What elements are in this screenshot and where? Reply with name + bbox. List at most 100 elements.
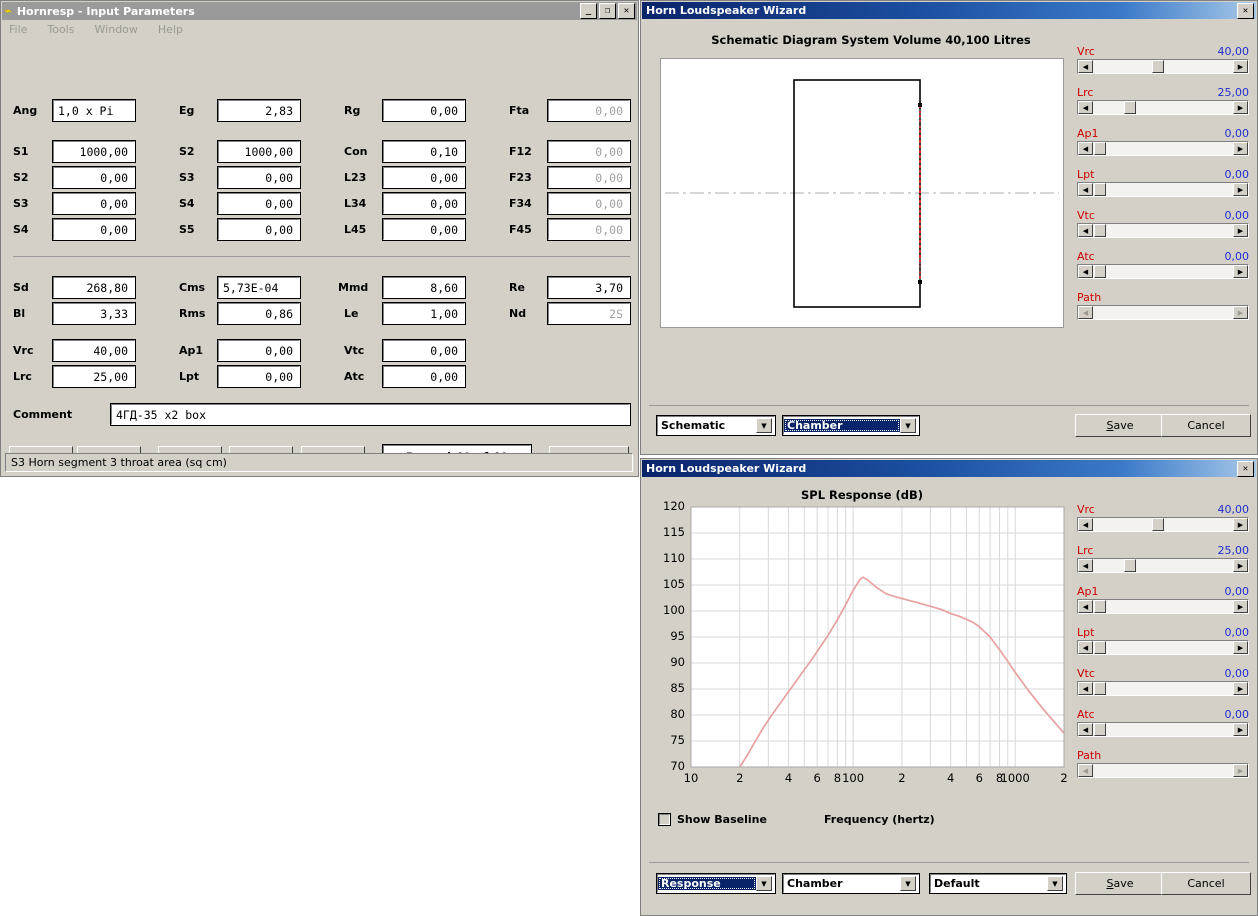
slider-left-arrow-icon[interactable]: ◀ bbox=[1078, 600, 1093, 613]
field-lpt[interactable]: 0,00 bbox=[217, 365, 301, 388]
slider-right-arrow-icon[interactable]: ▶ bbox=[1233, 641, 1248, 654]
slider-track[interactable] bbox=[1093, 60, 1233, 73]
menu-item-tools[interactable]: Tools bbox=[47, 23, 74, 36]
slider-thumb[interactable] bbox=[1151, 518, 1164, 531]
part-combo-response[interactable]: Chamber ▼ bbox=[782, 873, 920, 894]
cancel-button-response[interactable]: Cancel bbox=[1161, 872, 1251, 895]
close-icon[interactable]: ✕ bbox=[618, 3, 635, 19]
cancel-button-schematic[interactable]: Cancel bbox=[1161, 414, 1251, 437]
slider-vtc[interactable]: ◀ ▶ bbox=[1077, 681, 1249, 696]
slider-left-arrow-icon[interactable]: ◀ bbox=[1078, 559, 1093, 572]
field-re[interactable]: 3,70 bbox=[547, 276, 631, 299]
field-s2b[interactable]: 1000,00 bbox=[217, 140, 301, 163]
slider-thumb[interactable] bbox=[1094, 682, 1107, 695]
field-atc[interactable]: 0,00 bbox=[382, 365, 466, 388]
slider-track[interactable] bbox=[1093, 183, 1233, 196]
slider-left-arrow-icon[interactable]: ◀ bbox=[1078, 265, 1093, 278]
chevron-down-icon[interactable]: ▼ bbox=[756, 876, 772, 891]
field-l23[interactable]: 0,00 bbox=[382, 166, 466, 189]
field-ap1[interactable]: 0,00 bbox=[217, 339, 301, 362]
slider-track[interactable] bbox=[1093, 224, 1233, 237]
slider-left-arrow-icon[interactable]: ◀ bbox=[1078, 101, 1093, 114]
slider-right-arrow-icon[interactable]: ▶ bbox=[1233, 101, 1248, 114]
style-combo-response[interactable]: Default ▼ bbox=[929, 873, 1067, 894]
field-eg[interactable]: 2,83 bbox=[217, 99, 301, 122]
field-vtc[interactable]: 0,00 bbox=[382, 339, 466, 362]
slider-track[interactable] bbox=[1093, 641, 1233, 654]
slider-vrc[interactable]: ◀ ▶ bbox=[1077, 517, 1249, 532]
slider-right-arrow-icon[interactable]: ▶ bbox=[1233, 142, 1248, 155]
slider-left-arrow-icon[interactable]: ◀ bbox=[1078, 183, 1093, 196]
slider-vtc[interactable]: ◀ ▶ bbox=[1077, 223, 1249, 238]
slider-thumb[interactable] bbox=[1094, 600, 1107, 613]
field-s4b[interactable]: 0,00 bbox=[217, 192, 301, 215]
slider-thumb[interactable] bbox=[1094, 723, 1107, 736]
slider-track[interactable] bbox=[1093, 682, 1233, 695]
chevron-down-icon[interactable]: ▼ bbox=[756, 418, 772, 433]
slider-thumb[interactable] bbox=[1123, 559, 1136, 572]
slider-track[interactable] bbox=[1093, 559, 1233, 572]
close-icon[interactable]: ✕ bbox=[1237, 2, 1254, 19]
slider-left-arrow-icon[interactable]: ◀ bbox=[1078, 723, 1093, 736]
save-button-schematic[interactable]: Save bbox=[1075, 414, 1165, 437]
chevron-down-icon[interactable]: ▼ bbox=[1047, 876, 1063, 891]
slider-thumb[interactable] bbox=[1094, 641, 1107, 654]
slider-track[interactable] bbox=[1093, 600, 1233, 613]
field-bl[interactable]: 3,33 bbox=[52, 302, 136, 325]
slider-left-arrow-icon[interactable]: ◀ bbox=[1078, 682, 1093, 695]
field-s1[interactable]: 1000,00 bbox=[52, 140, 136, 163]
slider-track[interactable] bbox=[1093, 142, 1233, 155]
slider-left-arrow-icon[interactable]: ◀ bbox=[1078, 60, 1093, 73]
slider-right-arrow-icon[interactable]: ▶ bbox=[1233, 600, 1248, 613]
slider-right-arrow-icon[interactable]: ▶ bbox=[1233, 60, 1248, 73]
field-s5[interactable]: 0,00 bbox=[217, 218, 301, 241]
menu-item-file[interactable]: File bbox=[9, 23, 27, 36]
slider-track[interactable] bbox=[1093, 518, 1233, 531]
menu-item-help[interactable]: Help bbox=[158, 23, 183, 36]
slider-right-arrow-icon[interactable]: ▶ bbox=[1233, 224, 1248, 237]
field-s2a[interactable]: 0,00 bbox=[52, 166, 136, 189]
field-ang[interactable]: 1,0 x Pi bbox=[52, 99, 136, 122]
field-con[interactable]: 0,10 bbox=[382, 140, 466, 163]
field-mmd[interactable]: 8,60 bbox=[382, 276, 466, 299]
slider-track[interactable] bbox=[1093, 723, 1233, 736]
slider-lrc[interactable]: ◀ ▶ bbox=[1077, 100, 1249, 115]
part-combo-schematic[interactable]: Chamber ▼ bbox=[782, 415, 920, 436]
minimize-icon[interactable]: _ bbox=[580, 3, 597, 19]
slider-left-arrow-icon[interactable]: ◀ bbox=[1078, 518, 1093, 531]
slider-track[interactable] bbox=[1093, 265, 1233, 278]
wizard-schematic-title-bar[interactable]: Horn Loudspeaker Wizard ✕ bbox=[642, 2, 1256, 19]
slider-vrc[interactable]: ◀ ▶ bbox=[1077, 59, 1249, 74]
slider-thumb[interactable] bbox=[1151, 60, 1164, 73]
maximize-icon[interactable]: ❐ bbox=[599, 3, 616, 19]
slider-track[interactable] bbox=[1093, 101, 1233, 114]
field-cms[interactable]: 5,73E-04 bbox=[217, 276, 301, 299]
slider-thumb[interactable] bbox=[1094, 142, 1107, 155]
menu-item-window[interactable]: Window bbox=[95, 23, 138, 36]
field-l34[interactable]: 0,00 bbox=[382, 192, 466, 215]
slider-thumb[interactable] bbox=[1094, 224, 1107, 237]
slider-right-arrow-icon[interactable]: ▶ bbox=[1233, 559, 1248, 572]
slider-left-arrow-icon[interactable]: ◀ bbox=[1078, 142, 1093, 155]
field-le[interactable]: 1,00 bbox=[382, 302, 466, 325]
field-s3b[interactable]: 0,00 bbox=[217, 166, 301, 189]
field-rms[interactable]: 0,86 bbox=[217, 302, 301, 325]
slider-ap1[interactable]: ◀ ▶ bbox=[1077, 141, 1249, 156]
slider-right-arrow-icon[interactable]: ▶ bbox=[1233, 183, 1248, 196]
field-sd[interactable]: 268,80 bbox=[52, 276, 136, 299]
field-l45[interactable]: 0,00 bbox=[382, 218, 466, 241]
view-combo-response[interactable]: Response ▼ bbox=[656, 873, 776, 894]
slider-atc[interactable]: ◀ ▶ bbox=[1077, 264, 1249, 279]
slider-thumb[interactable] bbox=[1094, 265, 1107, 278]
slider-lrc[interactable]: ◀ ▶ bbox=[1077, 558, 1249, 573]
slider-lpt[interactable]: ◀ ▶ bbox=[1077, 640, 1249, 655]
hornresp-title-bar[interactable]: ⌁ Hornresp - Input Parameters _ ❐ ✕ bbox=[2, 2, 637, 20]
slider-right-arrow-icon[interactable]: ▶ bbox=[1233, 518, 1248, 531]
slider-thumb[interactable] bbox=[1123, 101, 1136, 114]
field-s3a[interactable]: 0,00 bbox=[52, 192, 136, 215]
slider-right-arrow-icon[interactable]: ▶ bbox=[1233, 723, 1248, 736]
field-vrc[interactable]: 40,00 bbox=[52, 339, 136, 362]
slider-thumb[interactable] bbox=[1094, 183, 1107, 196]
field-s4a[interactable]: 0,00 bbox=[52, 218, 136, 241]
field-rg[interactable]: 0,00 bbox=[382, 99, 466, 122]
